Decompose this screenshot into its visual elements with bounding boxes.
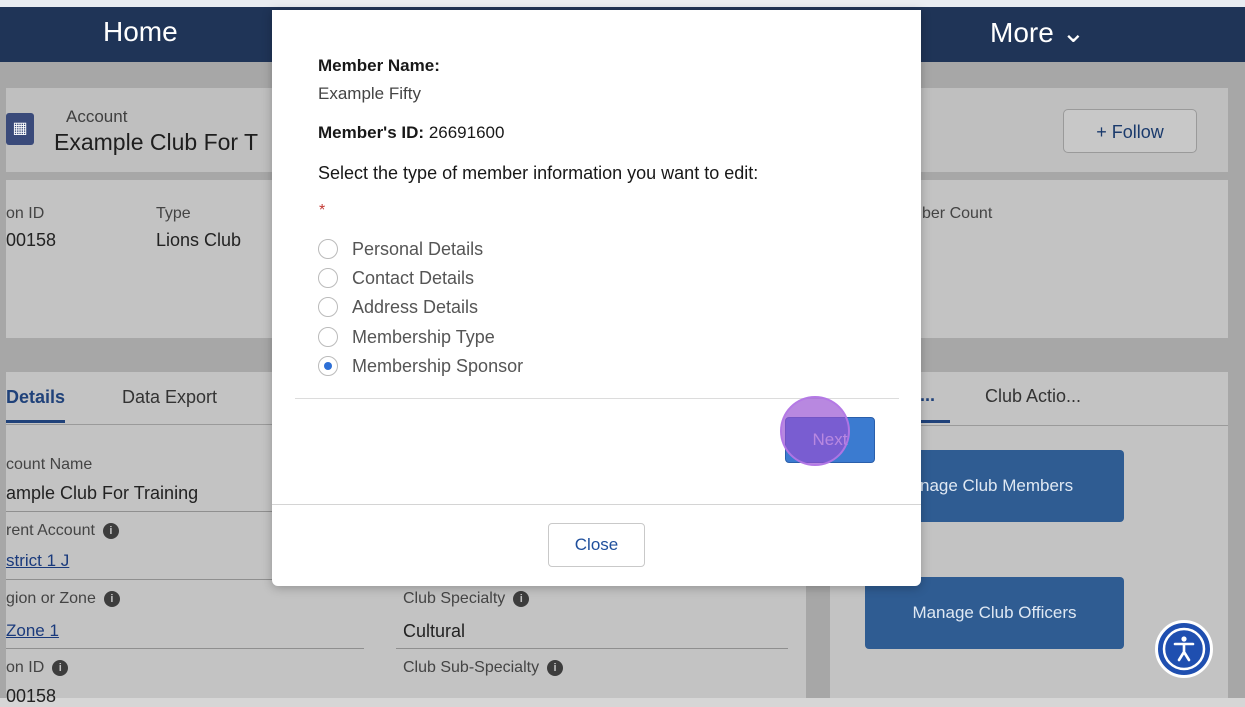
member-id-label: Member's ID: [318, 123, 425, 142]
manage-club-officers-button[interactable]: Manage Club Officers [865, 577, 1124, 649]
radio-option-label: Contact Details [352, 267, 475, 288]
radio-option-label: Address Details [352, 296, 479, 317]
club-id-value: 00158 [6, 686, 57, 706]
record-title: Example Club For T [54, 129, 259, 155]
account-name-value: ample Club For Training [6, 483, 199, 503]
field-divider [396, 648, 788, 649]
account-name-label: count Name [6, 456, 93, 473]
parent-account-link[interactable]: strict 1 J [6, 551, 69, 571]
info-icon[interactable]: i [547, 660, 564, 676]
club-specialty-label: Club Specialty [403, 590, 506, 607]
follow-button[interactable]: + Follow [1063, 109, 1197, 153]
info-icon[interactable]: i [103, 591, 120, 607]
parent-account-label: rent Account [6, 522, 95, 539]
radio-option-label: Membership Type [352, 326, 495, 347]
region-zone-field: gion or Zone i [6, 590, 120, 608]
manage-club-members-button[interactable]: nage Club Members [906, 450, 1124, 522]
radio-button[interactable] [318, 297, 338, 317]
highlight-type-value: Lions Club [156, 230, 242, 250]
radio-button-selected[interactable] [318, 356, 338, 376]
field-divider [6, 648, 364, 649]
accessibility-button[interactable] [1155, 620, 1213, 678]
close-button[interactable]: Close [548, 523, 645, 567]
highlight-id-value: 00158 [6, 230, 57, 250]
radio-option-contact-details[interactable]: Contact Details [318, 265, 474, 291]
member-id-value: 26691600 [428, 123, 505, 142]
info-icon[interactable]: i [102, 523, 119, 539]
radio-button[interactable] [318, 239, 338, 259]
member-name-label: Member Name: [318, 56, 440, 75]
click-indicator [780, 396, 850, 466]
info-icon[interactable]: i [513, 591, 530, 607]
club-id-label: on ID [6, 659, 45, 676]
member-id-line: Member's ID: 26691600 [318, 123, 504, 143]
tab-overflow[interactable]: ... [920, 385, 950, 423]
radio-button[interactable] [318, 327, 338, 347]
accessibility-icon [1162, 627, 1206, 671]
club-subspecialty-label: Club Sub-Specialty [403, 659, 540, 676]
nav-more-menu[interactable]: More ⌄ [990, 16, 1085, 49]
highlight-id-label: on ID [6, 205, 45, 222]
radio-option-label: Personal Details [352, 238, 484, 259]
radio-button[interactable] [318, 268, 338, 288]
club-specialty-value: Cultural [403, 621, 466, 641]
edit-type-prompt: Select the type of member information yo… [318, 163, 759, 183]
club-id-field: on ID i [6, 659, 69, 677]
tab-data-export[interactable]: Data Export [122, 387, 217, 408]
nav-home[interactable]: Home [103, 16, 178, 48]
dialog-footer-divider [272, 504, 921, 505]
radio-option-membership-type[interactable]: Membership Type [318, 324, 495, 350]
record-type-label: Account [66, 107, 128, 126]
building-icon: ▦ [6, 113, 34, 145]
info-icon[interactable]: i [52, 660, 69, 676]
required-indicator: * [319, 202, 326, 219]
region-zone-link[interactable]: Zone 1 [6, 621, 59, 641]
highlight-type-label: Type [156, 205, 191, 222]
radio-option-personal-details[interactable]: Personal Details [318, 236, 483, 262]
tab-details[interactable]: Details [6, 387, 66, 423]
radio-option-address-details[interactable]: Address Details [318, 294, 478, 320]
radio-option-label: Membership Sponsor [352, 355, 524, 376]
tab-club-actions[interactable]: Club Actio... [985, 386, 1081, 407]
member-name-value: Example Fifty [318, 84, 421, 103]
club-specialty-field: Club Specialty i [403, 590, 530, 608]
club-subspecialty-field: Club Sub-Specialty i [403, 659, 564, 677]
radio-option-membership-sponsor[interactable]: Membership Sponsor [318, 353, 523, 379]
parent-account-field: rent Account i [6, 522, 119, 540]
region-zone-label: gion or Zone [6, 590, 96, 607]
top-strip [0, 0, 1245, 7]
highlight-member-count-label: ber Count [922, 205, 993, 222]
